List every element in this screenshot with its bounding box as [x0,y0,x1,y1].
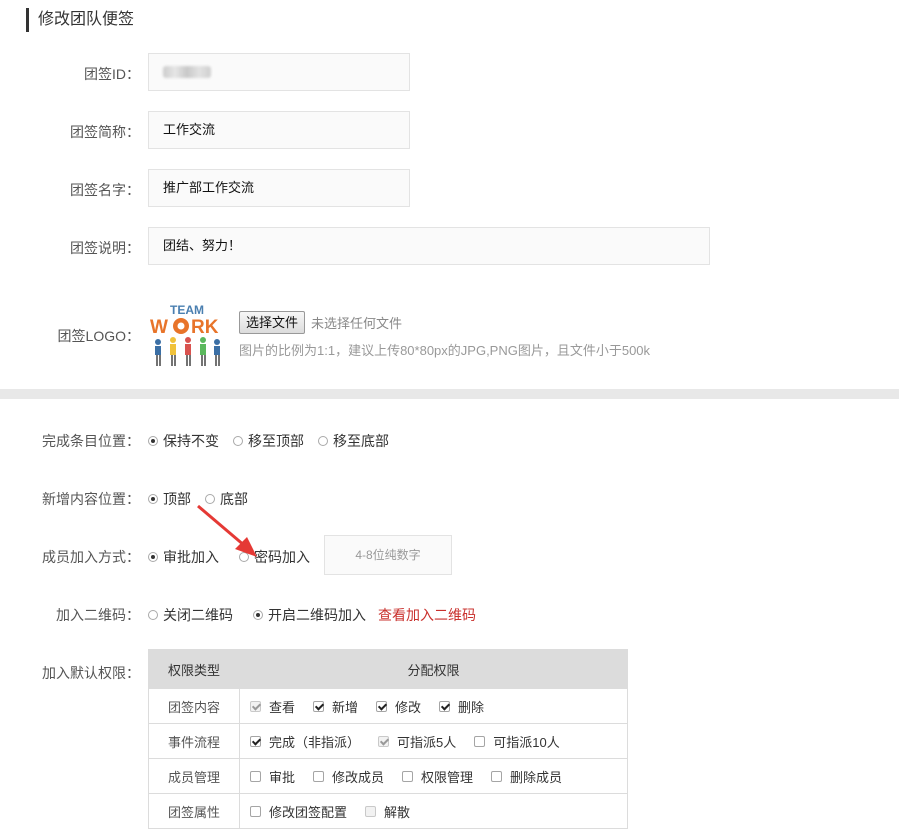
checkbox-square[interactable] [250,770,261,782]
permission-options-cell: 修改团签配置 解散 [239,793,628,829]
logo-w-letter: W [150,317,168,338]
checkbox-square[interactable] [402,770,414,782]
permission-checkbox[interactable]: 新增 [313,697,358,716]
checkbox-label: 完成（非指派） [269,734,361,750]
permission-checkbox[interactable]: 完成（非指派） [250,732,360,751]
short-name-label: 团签简称： [70,124,140,140]
permission-checkbox[interactable]: 修改成员 [313,767,384,786]
checkbox-label: 删除成员 [510,769,563,785]
checkbox-square[interactable] [491,770,503,782]
checkbox-square[interactable] [376,700,388,712]
team-id-label: 团签ID： [84,66,140,82]
logo-label: 团签LOGO： [57,328,140,344]
password-input[interactable]: 4-8位纯数字 [324,535,452,575]
radio-dot[interactable] [148,552,158,562]
permission-checkbox: 可指派5人 [378,732,456,751]
checkbox-label: 查看 [269,699,296,715]
radio-dot[interactable] [148,494,158,504]
section-title: 修改团队便签 [26,8,134,32]
team-name-input[interactable]: 推广部工作交流 [148,169,410,207]
qr-code-label: 加入二维码： [56,607,140,623]
checkbox-square[interactable] [474,735,486,747]
permission-options-cell: 完成（非指派） 可指派5人 可指派10人 [239,723,628,759]
radio-dot[interactable] [253,610,263,620]
checkbox-square[interactable] [313,770,325,782]
permission-checkbox[interactable]: 权限管理 [402,767,473,786]
redacted-id [163,66,211,78]
section-divider [0,389,899,399]
permission-checkbox[interactable]: 可指派10人 [474,732,560,751]
permission-type-cell: 成员管理 [148,758,240,794]
logo-rk-letters: RK [191,317,219,338]
complete-position-label: 完成条目位置： [42,433,140,449]
checkbox-label: 可指派10人 [493,734,560,750]
checkbox-label: 修改 [395,699,422,715]
team-logo-image: TEAM W RK [148,302,226,368]
radio-dot[interactable] [318,436,328,446]
permission-type-cell: 团签属性 [148,793,240,829]
checkbox-square[interactable] [250,735,261,747]
checkbox-label: 新增 [332,699,359,715]
team-info-section: 修改团队便签 团签ID： 团签简称： 工作交流 团签名字： 推广部工作交流 团签… [0,0,899,389]
team-id-field [148,53,410,91]
radio-move-bottom[interactable]: 移至底部 [318,431,389,451]
radio-move-top[interactable]: 移至顶部 [233,431,304,451]
radio-open-qr[interactable]: 开启二维码加入 [253,605,366,625]
permission-checkbox: 查看 [250,697,295,716]
logo-team-text: TEAM [170,303,204,317]
header-assign: 分配权限 [239,649,628,689]
choose-file-button[interactable]: 选择文件 [239,311,306,334]
checkbox-square [378,735,390,747]
checkbox-square [250,700,261,712]
checkbox-square [365,805,377,817]
checkbox-label: 修改团签配置 [269,804,348,820]
table-row: 事件流程 完成（非指派） 可指派5人 可指派10人 [148,723,628,759]
annotation-arrow-icon [197,504,257,557]
permission-checkbox[interactable]: 审批 [250,767,295,786]
radio-dot[interactable] [148,436,158,446]
radio-dot[interactable] [233,436,243,446]
permissions-table: 权限类型 分配权限 团签内容 查看 新增 修改 删除事件流程 完成（非指派） 可指派5人 可指… [148,649,628,829]
checkbox-label: 可指派5人 [397,734,457,750]
permission-checkbox[interactable]: 删除 [439,697,484,716]
permission-checkbox: 解散 [365,802,410,821]
permission-type-cell: 事件流程 [148,723,240,759]
view-qr-link[interactable]: 查看加入二维码 [378,605,476,625]
table-header-row: 权限类型 分配权限 [148,649,628,689]
permission-type-cell: 团签内容 [148,688,240,724]
radio-close-qr[interactable]: 关闭二维码 [148,605,233,625]
file-hint-text: 图片的比例为1:1，建议上传80*80px的JPG,PNG图片，且文件小于500… [239,343,651,358]
checkbox-square[interactable] [439,700,451,712]
permission-checkbox[interactable]: 修改团签配置 [250,802,347,821]
header-type: 权限类型 [148,649,240,689]
teamwork-logo-icon: TEAM W RK [150,303,220,366]
checkbox-label: 删除 [458,699,485,715]
table-row: 团签内容 查看 新增 修改 删除 [148,688,628,724]
radio-dot[interactable] [148,610,158,620]
permission-options-cell: 查看 新增 修改 删除 [239,688,628,724]
checkbox-square[interactable] [313,700,325,712]
permission-options-cell: 审批 修改成员 权限管理 删除成员 [239,758,628,794]
description-label: 团签说明： [70,240,140,256]
short-name-input[interactable]: 工作交流 [148,111,410,149]
permission-checkbox[interactable]: 删除成员 [491,767,562,786]
checkbox-label: 修改成员 [332,769,385,785]
table-row: 团签属性 修改团签配置 解散 [148,793,628,829]
join-method-label: 成员加入方式： [42,549,140,565]
qr-code-radios: 关闭二维码 开启二维码加入 查看加入二维码 [148,605,476,625]
checkbox-label: 权限管理 [421,769,474,785]
description-input[interactable]: 团结、努力！ [148,227,710,265]
no-file-text: 未选择任何文件 [311,316,403,331]
table-row: 成员管理 审批 修改成员 权限管理 删除成员 [148,758,628,794]
checkbox-label: 审批 [269,769,296,785]
team-name-label: 团签名字： [70,182,140,198]
permission-checkbox[interactable]: 修改 [376,697,421,716]
new-content-position-label: 新增内容位置： [42,491,140,507]
complete-position-radios: 保持不变 移至顶部 移至底部 [148,431,403,451]
radio-keep[interactable]: 保持不变 [148,431,219,451]
checkbox-square[interactable] [250,805,261,817]
checkbox-label: 解散 [384,804,411,820]
radio-top[interactable]: 顶部 [148,489,191,509]
default-permissions-label: 加入默认权限： [42,665,140,681]
